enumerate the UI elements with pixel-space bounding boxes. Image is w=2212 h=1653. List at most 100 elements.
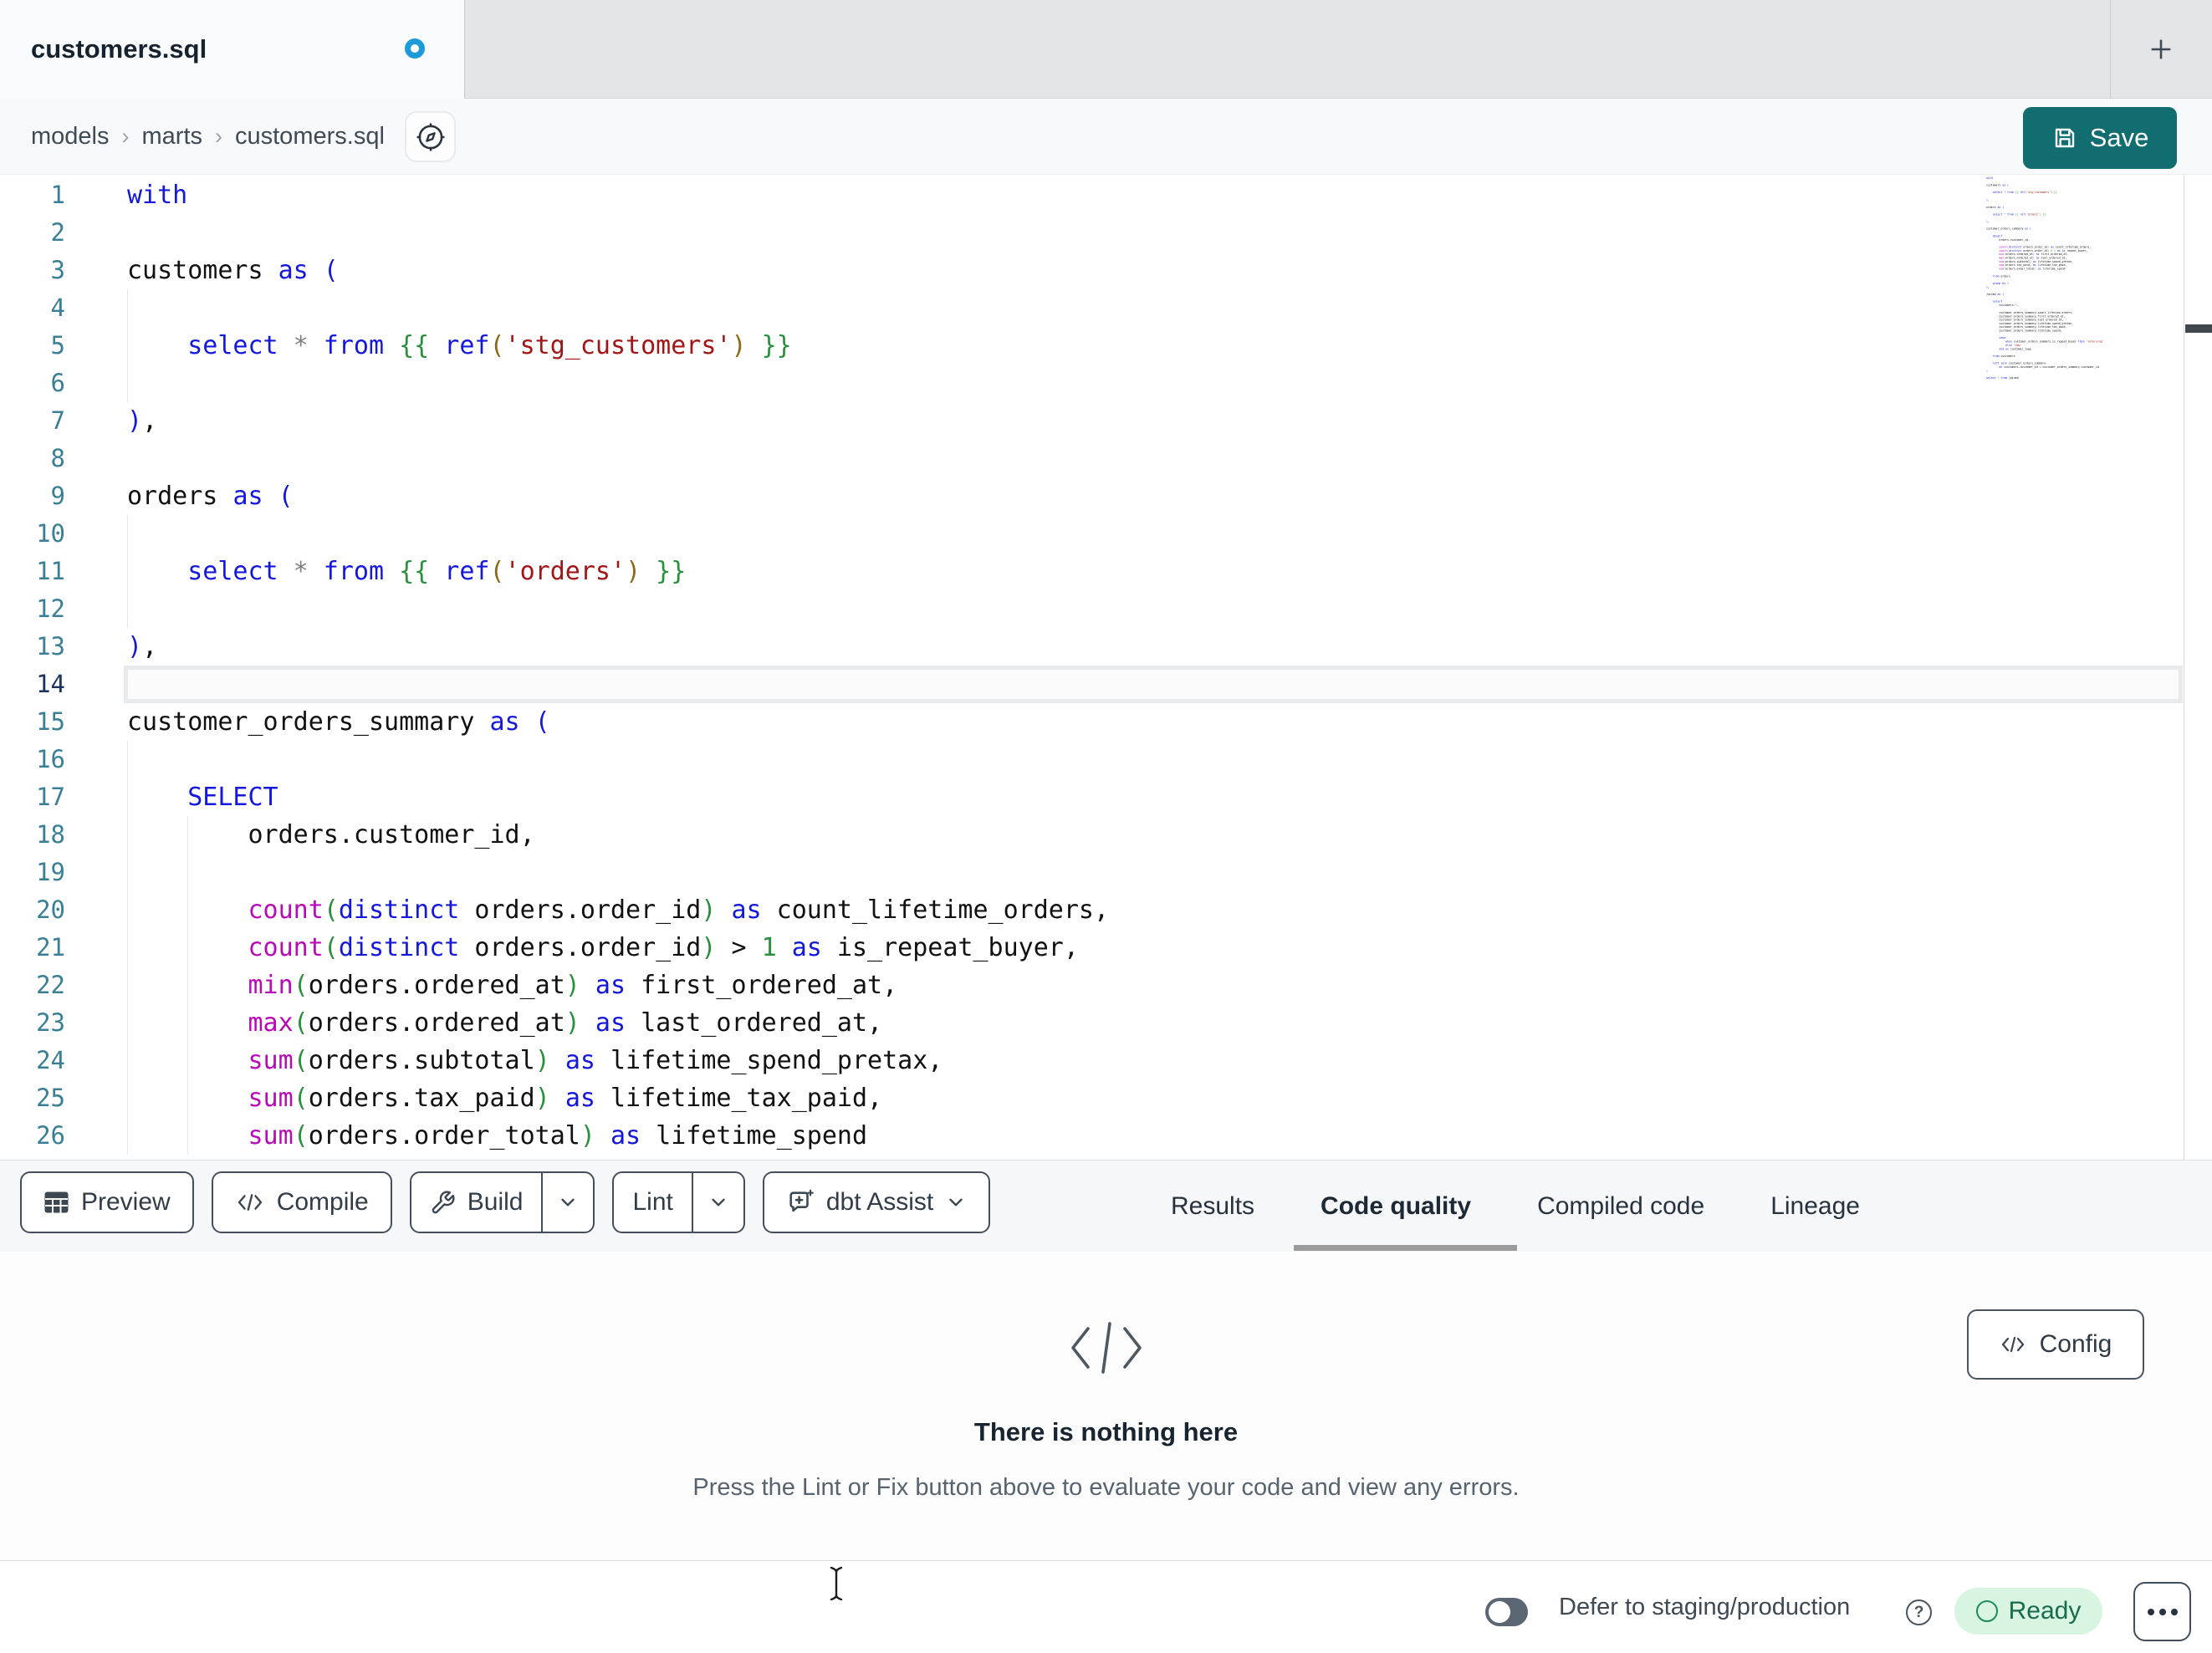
status-bar: Defer to staging/production ? Ready (0, 1560, 2212, 1653)
indent-guide (127, 590, 128, 628)
dbt-assist-button[interactable]: dbt Assist (762, 1171, 991, 1233)
chevron-down-icon (949, 1198, 963, 1207)
code-line: 7), (0, 402, 2212, 440)
line-number: 7 (50, 406, 65, 435)
code-line: 20 count(distinct orders.order_id) as co… (0, 891, 2212, 929)
file-tab-customers-sql[interactable]: customers.sql (0, 0, 465, 99)
line-number: 3 (50, 256, 65, 284)
wrench-icon (432, 1190, 455, 1213)
build-dropdown-button[interactable] (543, 1173, 593, 1232)
line-number: 13 (36, 632, 65, 661)
code-lines: 1 with 2 3 customers as (4 5 select * from {{… (0, 176, 2212, 1155)
code-line: 10 (0, 515, 2212, 553)
code-line: 26 sum(orders.order_total) as lifetime_s… (0, 1117, 2212, 1155)
line-number: 10 (36, 519, 65, 548)
code-line: 17 SELECT (0, 778, 2212, 816)
indent-guide (127, 365, 128, 402)
tab-bar: customers.sql (0, 0, 2212, 99)
code-line: 19 (0, 854, 2212, 891)
locate-in-file-tree-button[interactable] (405, 111, 456, 162)
line-number: 6 (50, 369, 65, 397)
line-number: 23 (36, 1008, 65, 1037)
code-line: 23 max(orders.ordered_at) as last_ordere… (0, 1004, 2212, 1042)
line-number: 12 (36, 594, 65, 623)
save-button-label: Save (2089, 123, 2149, 152)
panel-tab-code-quality[interactable]: Code quality (1321, 1192, 1471, 1221)
status-badge-label: Ready (2008, 1597, 2082, 1625)
dbt-assist-button-label: dbt Assist (825, 1188, 934, 1216)
code-line: 3 customers as ( (0, 252, 2212, 289)
preview-button[interactable]: Preview (20, 1171, 194, 1233)
line-number: 9 (50, 482, 65, 510)
status-circle-icon (1975, 1600, 1998, 1622)
plus-icon (2151, 39, 2171, 59)
unsaved-changes-dot-icon (405, 38, 425, 59)
breadcrumb: models › marts › customers.sql (31, 99, 385, 175)
line-number: 5 (50, 331, 65, 360)
indent-guide (187, 854, 189, 891)
compass-icon (416, 123, 444, 151)
toolbar-buttons: Preview Compile Build Lint dbt Assist (20, 1171, 991, 1233)
lint-button[interactable]: Lint (614, 1173, 691, 1232)
empty-state-subtitle: Press the Lint or Fix button above to ev… (692, 1474, 1520, 1501)
build-button-label: Build (467, 1188, 524, 1216)
empty-state: There is nothing here Press the Lint or … (0, 1252, 2212, 1560)
breadcrumb-separator: › (121, 124, 130, 149)
preview-button-label: Preview (81, 1188, 171, 1216)
config-button-label: Config (2039, 1330, 2112, 1358)
minimap[interactable]: with customers as ( select * from {{ ref(… (1986, 176, 2180, 385)
breadcrumb-item-marts[interactable]: marts (142, 123, 203, 151)
defer-toggle[interactable] (1485, 1598, 1528, 1626)
toggle-knob (1489, 1601, 1510, 1623)
line-number: 15 (36, 707, 65, 736)
line-number: 2 (50, 218, 65, 247)
code-icon (238, 1194, 262, 1211)
panel-tab-compiled-code[interactable]: Compiled code (1537, 1192, 1704, 1221)
file-tab-title: customers.sql (31, 34, 207, 64)
empty-state-title: There is nothing here (973, 1417, 1239, 1446)
line-number: 11 (36, 557, 65, 585)
active-tab-underline (1294, 1245, 1517, 1251)
compile-button[interactable]: Compile (211, 1171, 392, 1233)
code-line: 16 (0, 741, 2212, 778)
code-empty-icon (1070, 1322, 1142, 1374)
config-button[interactable]: Config (1967, 1309, 2144, 1380)
breadcrumb-item-models[interactable]: models (31, 123, 110, 151)
code-line: 12 (0, 590, 2212, 628)
chevron-down-icon (712, 1198, 725, 1207)
lint-button-label: Lint (632, 1188, 673, 1216)
code-line: 8 (0, 440, 2212, 477)
code-line: 1 with (0, 176, 2212, 214)
code-line: 9 orders as ( (0, 477, 2212, 515)
breadcrumb-item-file: customers.sql (235, 123, 385, 150)
more-options-button[interactable] (2133, 1582, 2191, 1641)
save-floppy-icon (2055, 128, 2074, 148)
panel-tab-lineage[interactable]: Lineage (1770, 1192, 1860, 1221)
line-number: 26 (36, 1121, 65, 1150)
code-line: 4 (0, 289, 2212, 327)
code-line: 22 min(orders.ordered_at) as first_order… (0, 967, 2212, 1004)
line-number: 20 (36, 895, 65, 924)
code-line: 25 sum(orders.tax_paid) as lifetime_tax_… (0, 1079, 2212, 1117)
new-tab-button[interactable] (2110, 0, 2212, 99)
results-panel: There is nothing here Press the Lint or … (0, 1252, 2212, 1560)
code-line: 15 customer_orders_summary as ( (0, 703, 2212, 741)
code-editor[interactable]: 1 with 2 3 customers as (4 5 select * from {{… (0, 175, 2212, 1160)
active-line-highlight (124, 666, 2183, 703)
line-number: 21 (36, 933, 65, 962)
code-line: 18 orders.customer_id, (0, 816, 2212, 854)
line-number: 25 (36, 1084, 65, 1112)
lint-dropdown-button[interactable] (693, 1173, 743, 1232)
defer-label: Defer to staging/production (1559, 1594, 1851, 1620)
line-number: 4 (50, 293, 65, 322)
line-number: 1 (50, 181, 65, 209)
panel-tab-results[interactable]: Results (1171, 1192, 1254, 1221)
scrollbar-thumb[interactable] (2185, 324, 2212, 333)
line-number: 14 (36, 670, 65, 698)
save-button[interactable]: Save (2023, 107, 2177, 169)
line-number: 8 (50, 444, 65, 472)
panel-tabs: Results Code quality Compiled code Lineage (1171, 1161, 1860, 1253)
assist-chat-icon (789, 1189, 814, 1212)
build-button[interactable]: Build (411, 1173, 542, 1232)
help-icon[interactable]: ? (1906, 1599, 1932, 1625)
